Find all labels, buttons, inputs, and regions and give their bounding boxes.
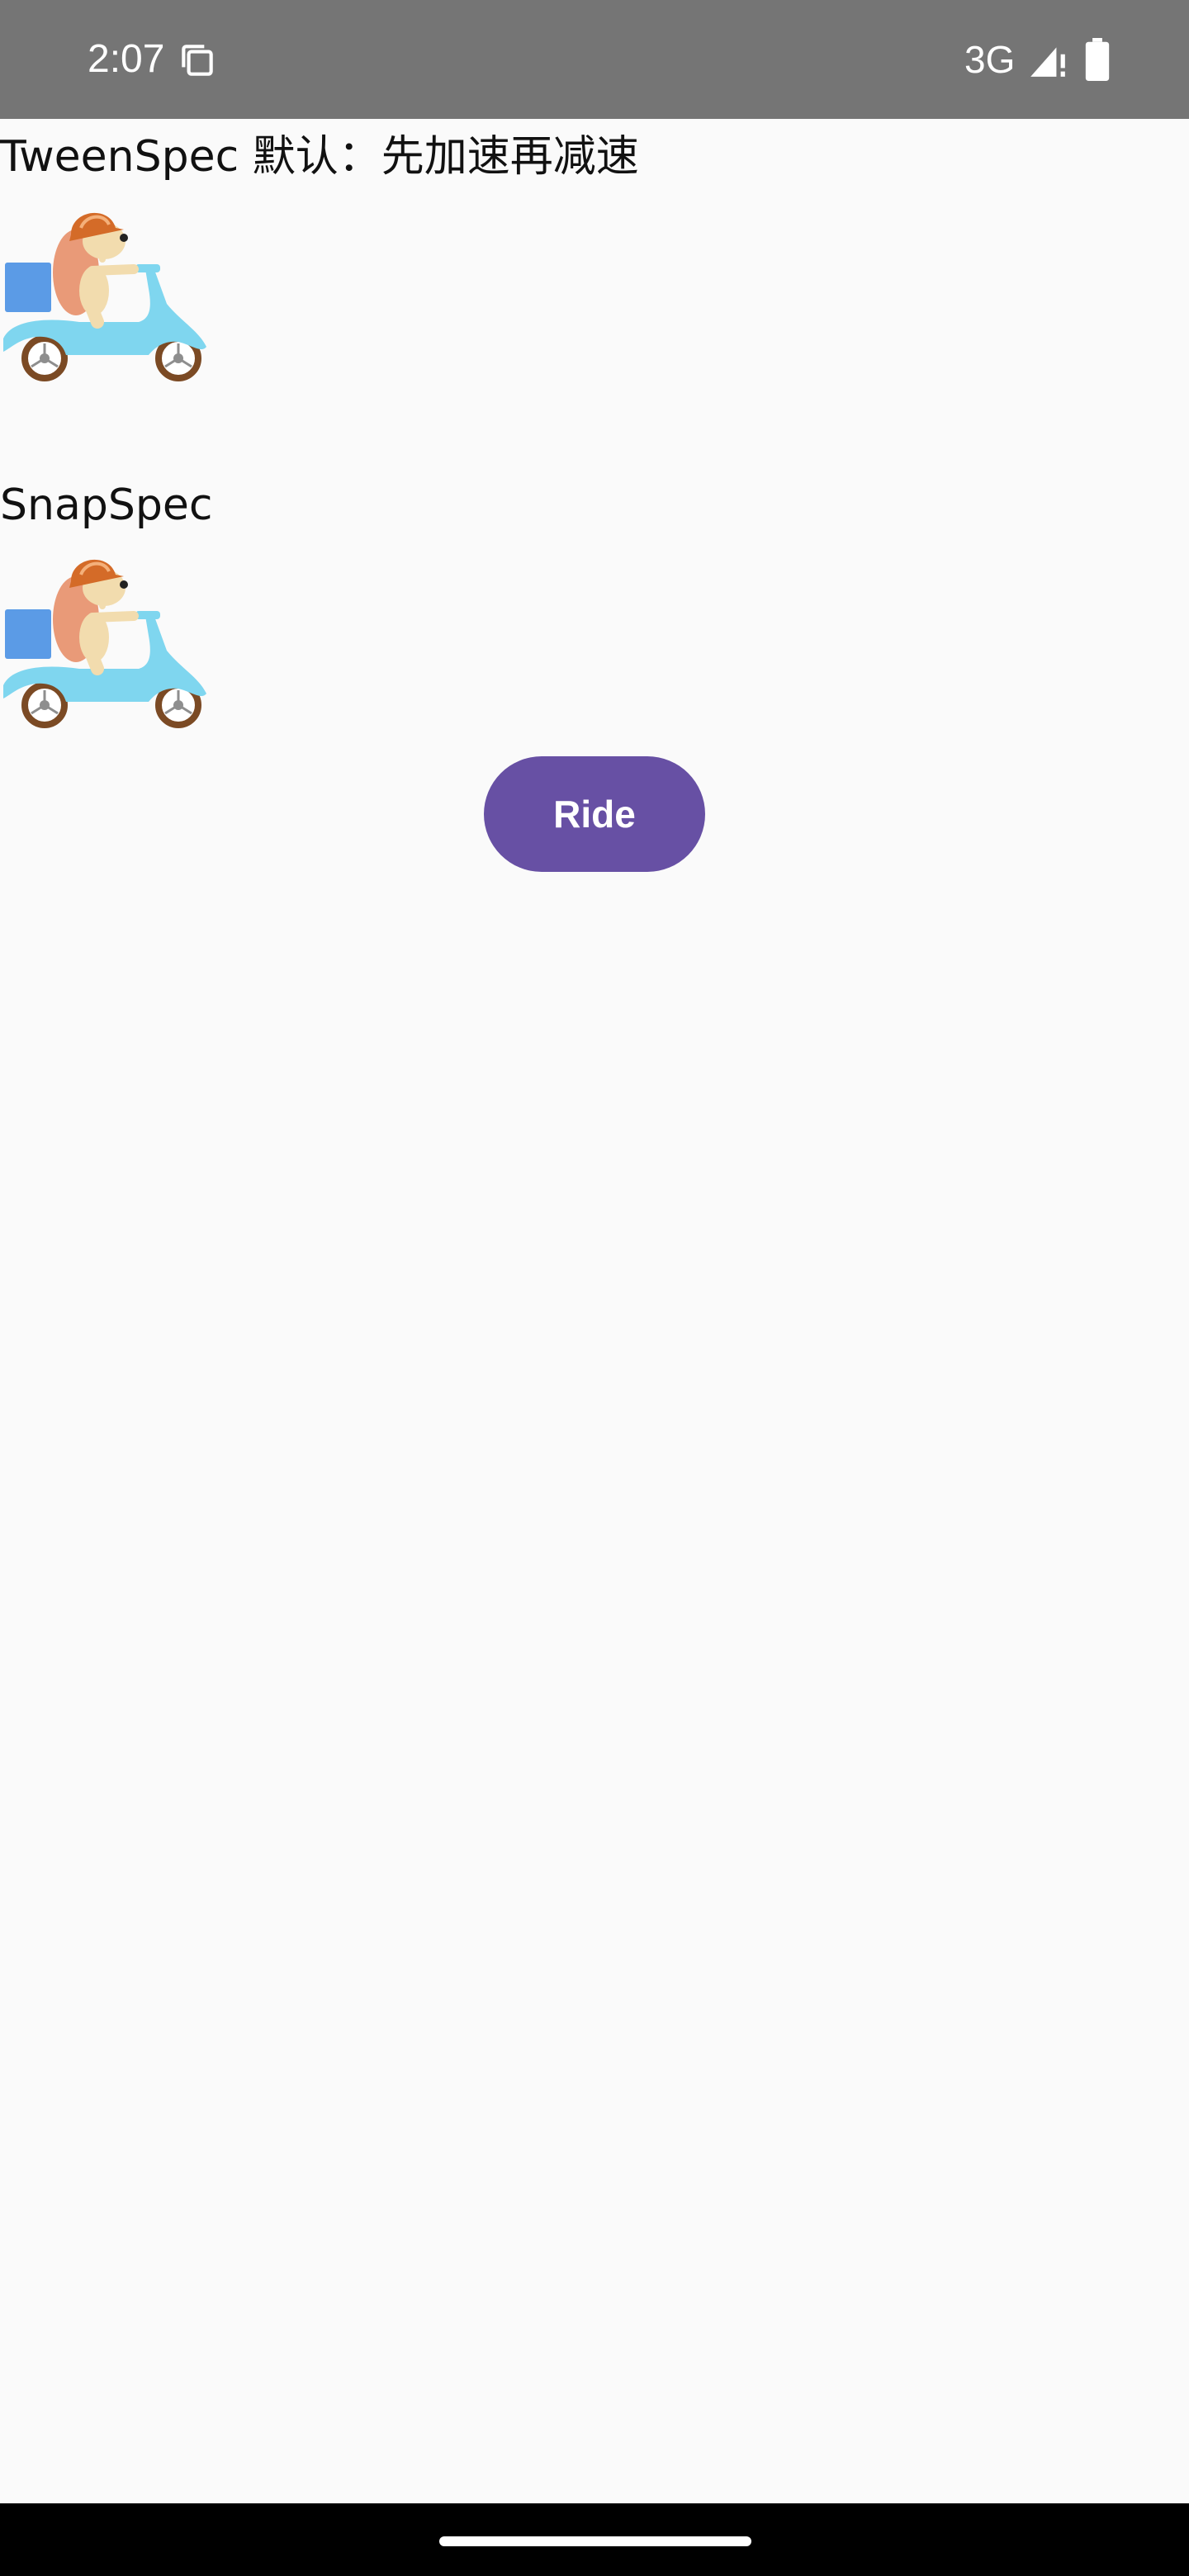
scooter-rider-icon bbox=[3, 212, 206, 381]
copy-icon bbox=[182, 45, 213, 76]
navigation-bar bbox=[0, 2503, 1189, 2576]
signal-icon bbox=[1030, 47, 1065, 77]
battery-icon bbox=[1085, 38, 1110, 81]
ride-button[interactable]: Ride bbox=[484, 756, 705, 872]
status-bar: 2:07 3G bbox=[0, 0, 1189, 119]
scooter-rider-icon bbox=[3, 559, 206, 728]
network-type: 3G bbox=[964, 38, 1016, 81]
home-gesture-handle[interactable] bbox=[439, 2536, 751, 2546]
status-time: 2:07 bbox=[88, 37, 165, 81]
snapspec-label: SnapSpec bbox=[0, 481, 213, 530]
app-screen: 2:07 3G TweenSpec 默认：先加速再减速 SnapSpec Rid… bbox=[0, 0, 1189, 2576]
tweenspec-label: TweenSpec 默认：先加速再减速 bbox=[0, 132, 639, 182]
